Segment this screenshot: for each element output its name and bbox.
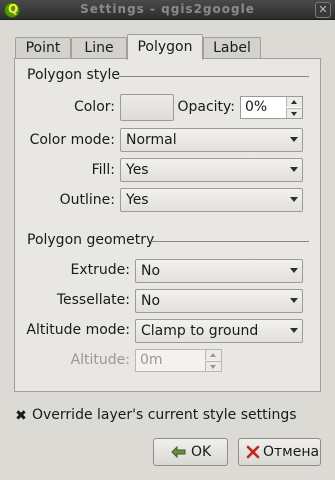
outline-value: Yes (126, 192, 149, 208)
ok-button-label: OK (191, 444, 212, 460)
chevron-down-icon (290, 268, 298, 273)
altitude-mode-select[interactable]: Clamp to ground (135, 319, 303, 343)
tessellate-select[interactable]: No (135, 289, 303, 313)
override-style-label[interactable]: Override layer's current style settings (32, 407, 297, 423)
chevron-down-icon (290, 197, 298, 202)
opacity-label: Opacity: (177, 99, 235, 115)
polygon-geometry-group-title: Polygon geometry (27, 232, 155, 248)
fill-value: Yes (126, 162, 149, 178)
color-picker-button[interactable] (120, 94, 174, 121)
chevron-down-icon (290, 167, 298, 172)
outline-select[interactable]: Yes (120, 188, 303, 212)
color-mode-select[interactable]: Normal (120, 128, 303, 152)
tessellate-value: No (141, 293, 161, 309)
altitude-label: Altitude: (70, 352, 130, 368)
tab-line[interactable]: Line (71, 37, 127, 59)
color-label: Color: (73, 99, 115, 115)
spin-up-icon (205, 350, 221, 360)
altitude-spinbox: 0m (135, 349, 222, 372)
altitude-mode-value: Clamp to ground (141, 323, 259, 339)
spin-down-icon (205, 361, 221, 371)
override-style-checkbox[interactable]: ✖ (14, 409, 28, 423)
extrude-label: Extrude: (70, 262, 130, 278)
tab-polygon[interactable]: Polygon (127, 34, 203, 60)
fill-label: Fill: (91, 162, 115, 178)
cancel-x-icon (246, 445, 260, 459)
cancel-button-label: Отмена (263, 444, 320, 460)
extrude-value: No (141, 263, 161, 279)
chevron-down-icon (290, 137, 298, 142)
tab-point[interactable]: Point (15, 37, 71, 59)
polygon-style-group-title: Polygon style (27, 67, 121, 83)
group-divider (150, 241, 309, 242)
chevron-down-icon (290, 328, 298, 333)
color-mode-value: Normal (126, 132, 177, 148)
tab-label[interactable]: Label (203, 37, 261, 59)
window-title: Settings - qgis2google (80, 2, 255, 16)
chevron-down-icon (290, 298, 298, 303)
close-window-button[interactable]: ✕ (315, 2, 331, 18)
check-arrow-icon (171, 445, 186, 459)
cancel-button[interactable]: Отмена (238, 438, 321, 466)
tessellate-label: Tessellate: (56, 292, 130, 308)
opacity-spinbox[interactable]: 0% (240, 96, 303, 119)
title-bar[interactable]: Settings - qgis2google ✕ (0, 0, 335, 20)
spin-down-icon[interactable] (286, 108, 302, 118)
fill-select[interactable]: Yes (120, 158, 303, 182)
opacity-value: 0% (245, 99, 268, 115)
group-divider (119, 76, 309, 77)
outline-label: Outline: (59, 192, 115, 208)
altitude-mode-label: Altitude mode: (26, 322, 130, 338)
spin-up-icon[interactable] (286, 97, 302, 107)
color-mode-label: Color mode: (29, 132, 115, 148)
altitude-value: 0m (140, 352, 163, 368)
ok-button[interactable]: OK (153, 438, 228, 466)
polygon-settings-panel: Polygon style Color: Opacity: 0% Color m… (14, 58, 321, 392)
extrude-select[interactable]: No (135, 259, 303, 283)
